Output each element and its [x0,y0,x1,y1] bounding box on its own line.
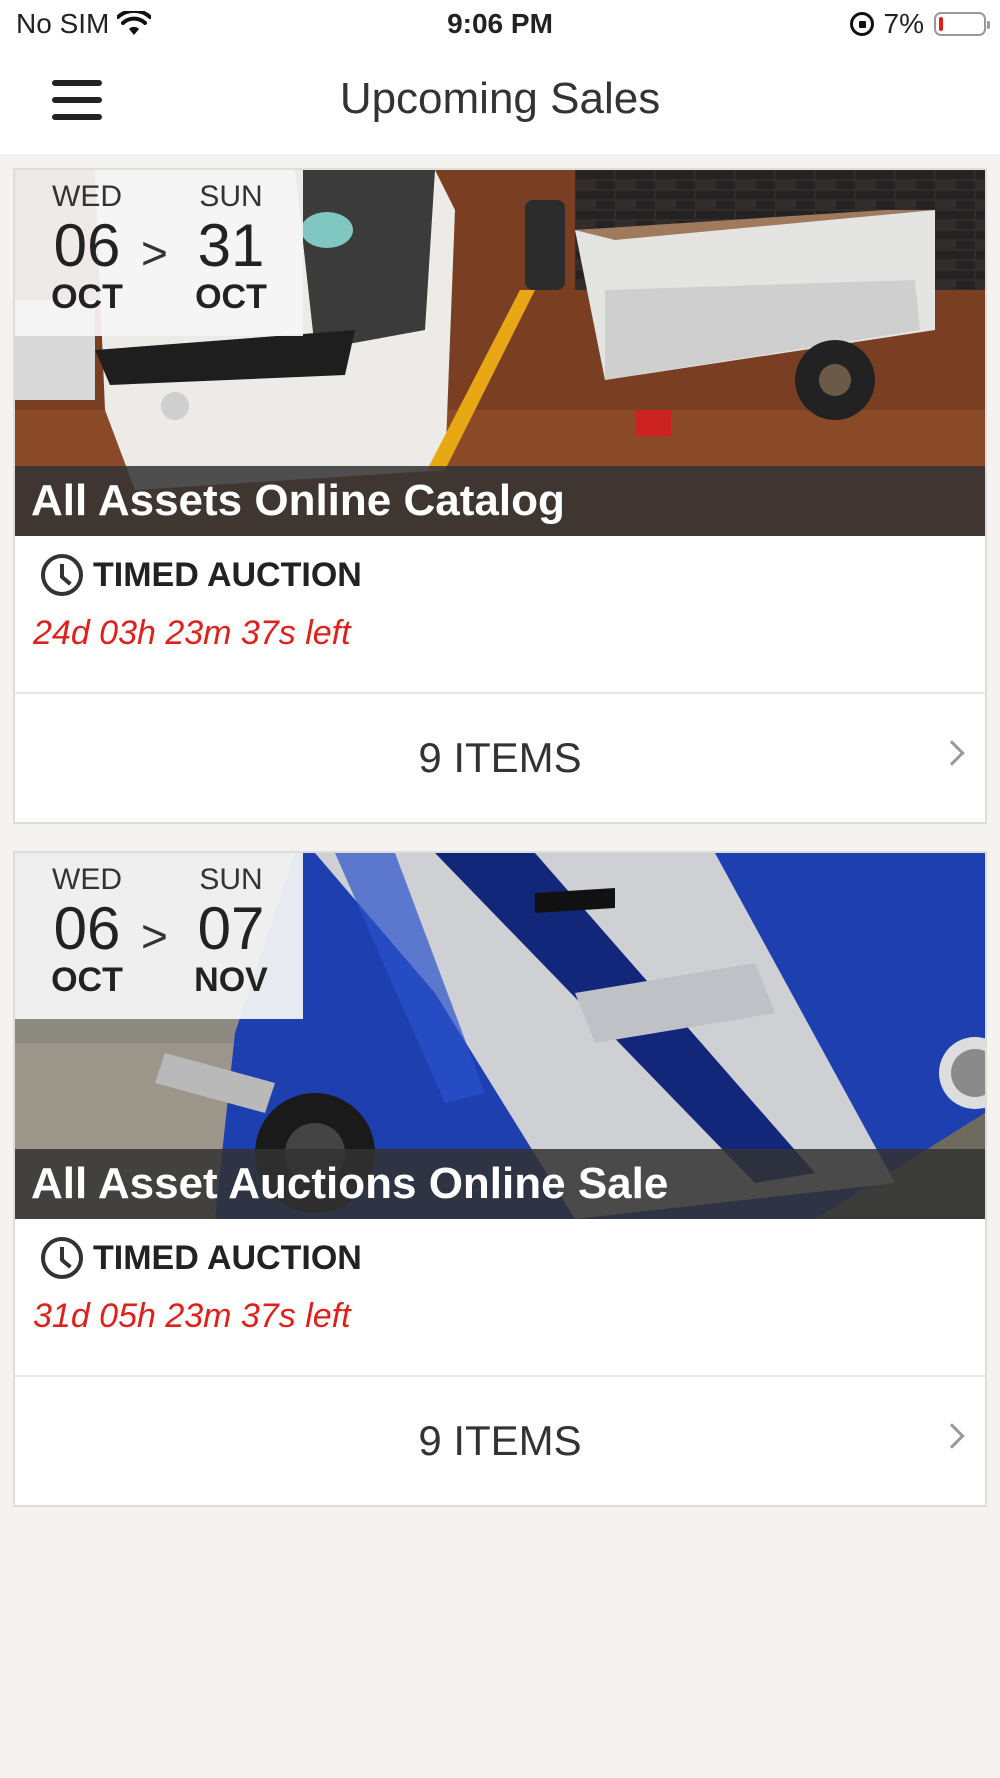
countdown-text: 24d 03h 23m 37s left [33,614,351,652]
end-month: OCT [195,278,267,316]
sale-info: TIMED AUCTION 24d 03h 23m 37s left [15,536,985,694]
end-month: NOV [194,961,268,999]
status-right: 7% [849,8,990,40]
orientation-lock-icon [849,12,874,36]
sale-title: All Asset Auctions Online Sale [31,1159,669,1208]
battery-icon [934,12,990,36]
end-date: SUN 07 NOV [171,863,291,1000]
nav-bar: Upcoming Sales [0,50,1000,154]
battery-percent: 7% [883,8,924,39]
date-separator: > [141,227,168,279]
start-month: OCT [51,278,123,316]
start-weekday: WED [52,863,122,896]
date-range: WED 06 OCT > SUN 07 NOV [15,853,303,1019]
auction-type: TIMED AUCTION [41,1237,362,1279]
items-row[interactable]: 9 ITEMS [15,694,985,822]
sale-hero[interactable]: WED 06 OCT > SUN 07 NOV All Asset Auctio… [15,853,985,1219]
date-separator: > [141,910,168,962]
sale-card[interactable]: WED 06 OCT > SUN 07 NOV All Asset Auctio… [13,851,987,1507]
auction-type-label: TIMED AUCTION [93,555,362,594]
start-day: 06 [53,895,121,962]
items-count: 9 ITEMS [418,1417,582,1464]
page-title: Upcoming Sales [339,74,661,123]
start-date: WED 06 OCT [27,863,147,1000]
sale-hero[interactable]: WED 06 OCT > SUN 31 OCT All Assets Onlin… [15,170,985,536]
auction-type-label: TIMED AUCTION [93,1238,362,1277]
sale-title: All Assets Online Catalog [31,476,565,525]
start-weekday: WED [52,180,122,213]
end-day: 31 [197,212,265,279]
start-day: 06 [53,212,121,279]
sale-title-band: All Asset Auctions Online Sale [15,1149,985,1219]
sale-info: TIMED AUCTION 31d 05h 23m 37s left [15,1219,985,1377]
status-bar: No SIM 9:06 PM 7% [0,0,1000,50]
sale-card[interactable]: WED 06 OCT > SUN 31 OCT All Assets Onlin… [13,168,987,824]
clock-icon [41,1237,83,1279]
end-day: 07 [197,895,265,962]
end-weekday: SUN [199,180,263,213]
end-date: SUN 31 OCT [171,180,291,317]
auction-type: TIMED AUCTION [41,554,362,596]
items-row[interactable]: 9 ITEMS [15,1377,985,1505]
start-date: WED 06 OCT [27,180,147,317]
items-count: 9 ITEMS [418,734,582,781]
clock-icon [41,554,83,596]
countdown-text: 31d 05h 23m 37s left [33,1297,351,1335]
start-month: OCT [51,961,123,999]
date-range: WED 06 OCT > SUN 31 OCT [15,170,303,336]
sale-title-band: All Assets Online Catalog [15,466,985,536]
end-weekday: SUN [199,863,263,896]
